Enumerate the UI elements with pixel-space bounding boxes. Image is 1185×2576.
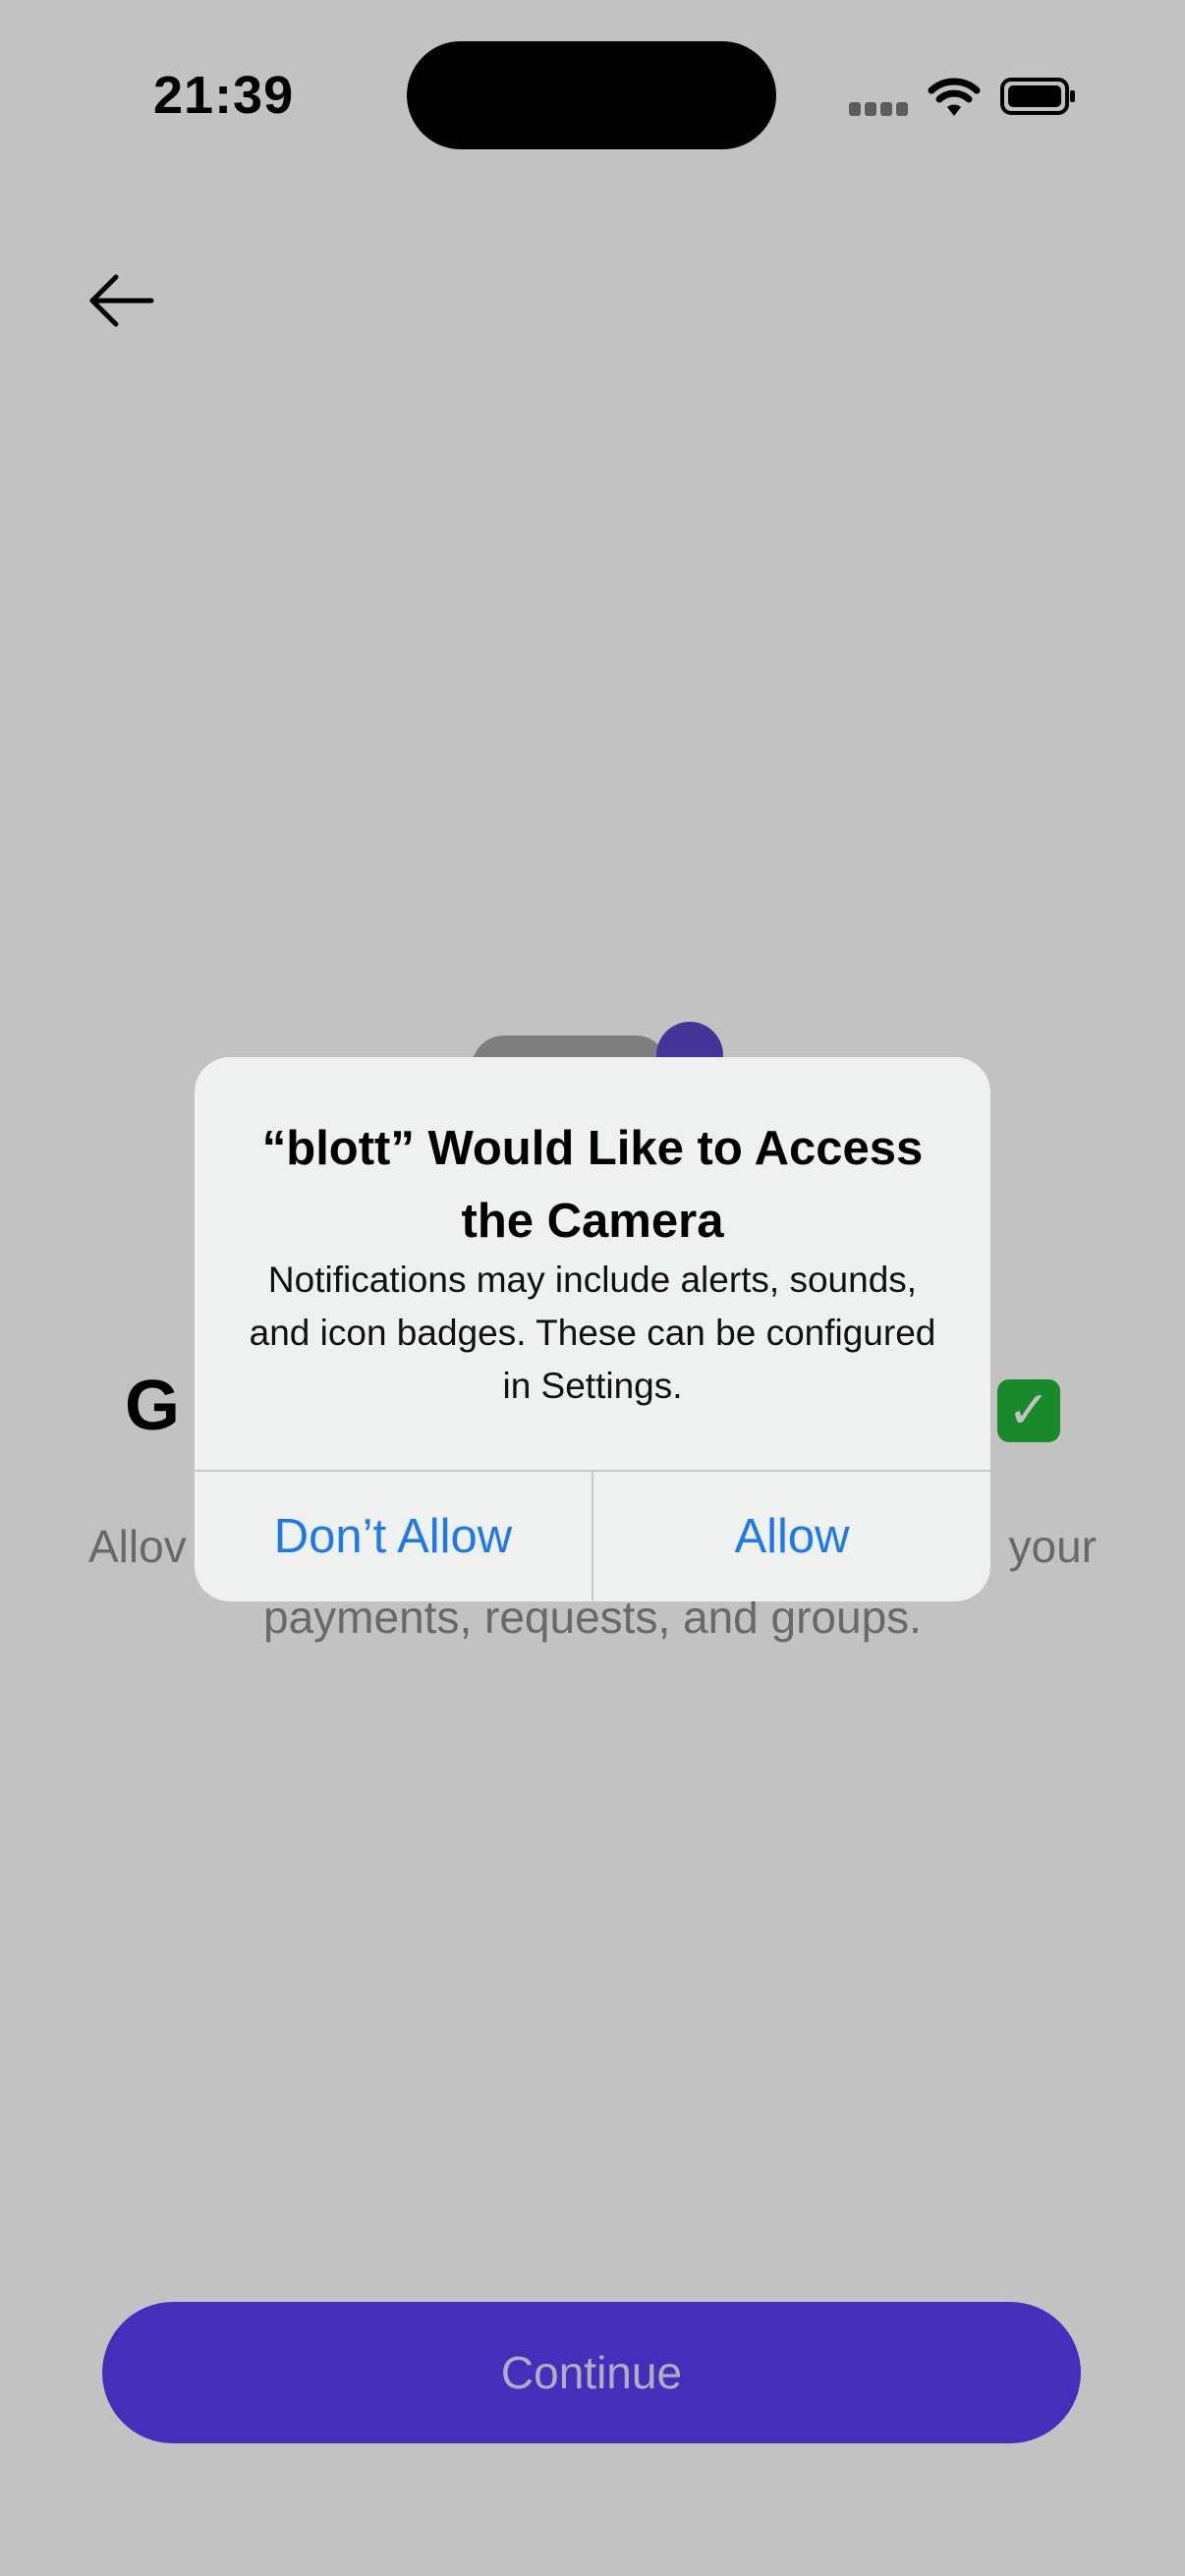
screen: 21:39 G ✓ Allov your payments, requests,… [0,0,1185,2576]
allow-button[interactable]: Allow [593,1472,990,1601]
alert-message: Notifications may include alerts, sounds… [249,1260,936,1406]
dont-allow-button[interactable]: Don’t Allow [195,1472,592,1601]
alert-title: “blott” Would Like to Access the Camera [261,1122,924,1248]
permission-alert: “blott” Would Like to Access the Camera … [195,1057,990,1601]
